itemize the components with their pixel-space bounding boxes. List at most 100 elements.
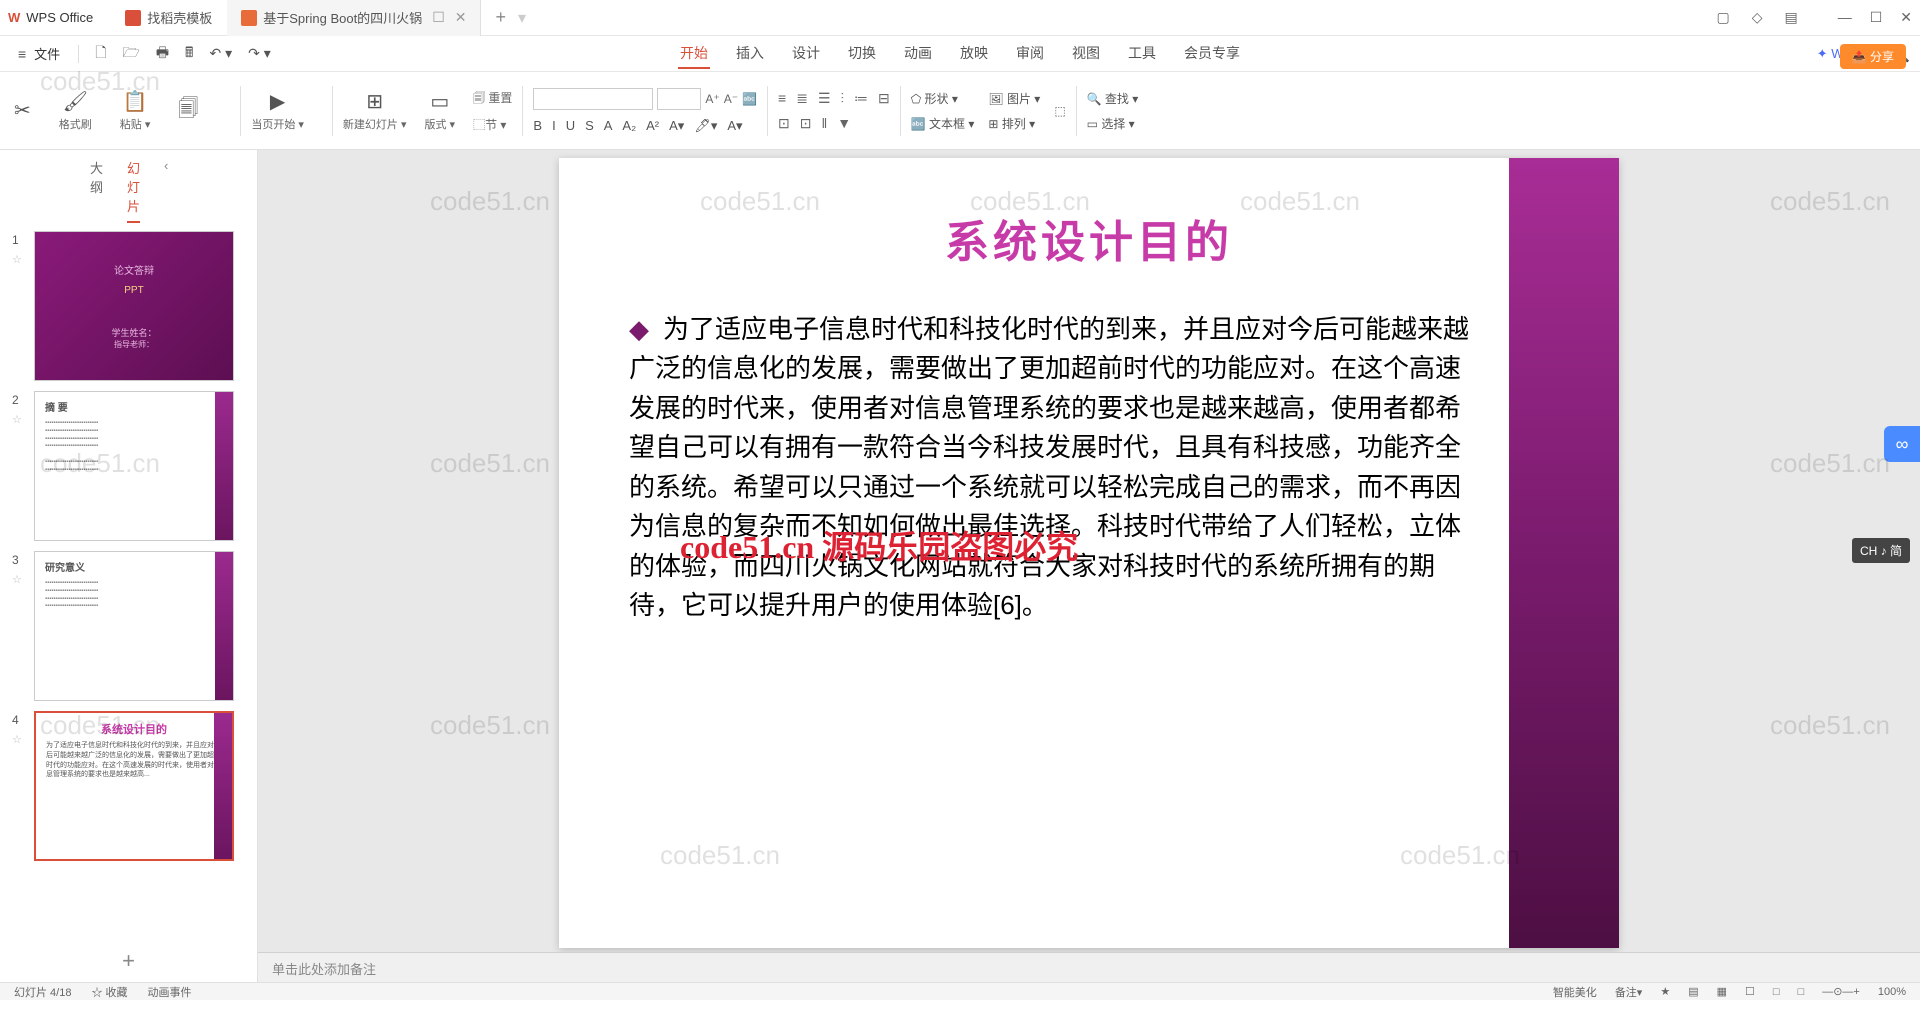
slide-thumb-1[interactable]: 论文答辩PPT学生姓名：指导老师： — [34, 231, 234, 381]
select-button[interactable]: ▭ 选择 ▾ — [1087, 115, 1139, 132]
align-center-icon[interactable]: ≣ — [796, 90, 808, 107]
add-slide-button[interactable]: + — [0, 940, 257, 982]
undo-button[interactable]: ↶ ▾ — [201, 45, 240, 62]
star-icon[interactable]: ☆ — [12, 413, 34, 426]
shapes-button[interactable]: ⬠ 形状 ▾ — [911, 90, 975, 107]
redo-button[interactable]: ↷ ▾ — [240, 45, 279, 62]
subscript-button[interactable]: A₂ — [622, 118, 636, 134]
ribbon-tab-insert[interactable]: 插入 — [734, 39, 766, 69]
ribbon-tab-review[interactable]: 审阅 — [1014, 39, 1046, 69]
view-normal-icon[interactable]: ▤ — [1688, 985, 1698, 998]
star-icon[interactable]: ☆ — [12, 253, 34, 266]
tab-template[interactable]: 找稻壳模板 — [111, 0, 227, 36]
view-other-icon[interactable]: □ — [1798, 986, 1805, 998]
view-sorter-icon[interactable]: ▦ — [1717, 985, 1727, 998]
float-cloud-button[interactable]: ∞ — [1884, 426, 1920, 462]
section-button[interactable]: ⬚节 ▾ — [473, 116, 512, 133]
zoom-slider[interactable]: —⊙—+ — [1822, 985, 1860, 998]
italic-button[interactable]: I — [552, 118, 556, 134]
reset-button[interactable]: 🗐 重置 — [473, 89, 512, 110]
star-icon[interactable]: ☆ — [12, 573, 34, 586]
share-button[interactable]: 📤 分享 — [1840, 44, 1906, 69]
font-effect-button[interactable]: A — [604, 118, 613, 134]
decrease-font-icon[interactable]: A⁻ — [724, 92, 738, 106]
tab-close-icon[interactable]: ☐ — [432, 9, 445, 26]
text-fill-button[interactable]: A▾ — [727, 118, 742, 134]
collapse-icon[interactable]: ‹ — [164, 158, 168, 223]
slide-body[interactable]: ◆为了适应电子信息时代和科技化时代的到来，并且应对今后可能越来越广泛的信息化的发… — [559, 270, 1619, 626]
close-icon[interactable]: ✕ — [1900, 9, 1912, 26]
bullets-icon[interactable]: ≔ — [854, 90, 868, 107]
ribbon-tab-transition[interactable]: 切换 — [846, 39, 878, 69]
picture-button[interactable]: 🖼 图片 ▾ — [988, 90, 1040, 107]
textbox-button[interactable]: 🔤 文本框 ▾ — [911, 115, 975, 132]
zoom-percent[interactable]: 100% — [1878, 986, 1906, 998]
notes-pane[interactable]: 单击此处添加备注 — [258, 952, 1920, 982]
highlight-button[interactable]: 🖊▾ — [694, 118, 717, 134]
minimize-icon[interactable]: — — [1838, 9, 1852, 26]
align-right-icon[interactable]: ☰ — [818, 90, 831, 107]
ribbon-tab-tools[interactable]: 工具 — [1126, 39, 1158, 69]
tab-close-icon[interactable]: ✕ — [455, 9, 467, 26]
slide-title[interactable]: 系统设计目的 — [559, 158, 1619, 270]
new-slide-icon[interactable]: ⊞ — [366, 89, 383, 114]
ribbon-tab-slideshow[interactable]: 放映 — [958, 39, 990, 69]
font-size-select[interactable] — [657, 88, 701, 110]
qat-print-icon[interactable]: 🖶 — [148, 42, 177, 66]
slide-thumb-2[interactable]: 摘 要▪▪▪▪▪▪▪▪▪▪▪▪▪▪▪▪▪▪▪▪▪▪▪▪▪▪▪▪▪▪▪▪▪▪▪▪▪… — [34, 391, 234, 541]
ribbon-tab-member[interactable]: 会员专享 — [1182, 39, 1242, 69]
ribbon-tab-design[interactable]: 设计 — [790, 39, 822, 69]
indent-inc-icon[interactable]: ⊡ — [800, 115, 812, 132]
text-direction-icon[interactable]: ▼ — [837, 115, 851, 132]
menu-icon[interactable]: ≡ — [10, 46, 34, 62]
win-icon[interactable]: ◇ — [1752, 9, 1763, 26]
ime-indicator[interactable]: CH ♪ 简 — [1852, 538, 1910, 563]
font-family-select[interactable] — [533, 88, 653, 110]
indent-dec-icon[interactable]: ⊡ — [778, 115, 790, 132]
qat-new-icon[interactable]: 🗋 — [87, 42, 114, 66]
line-spacing-icon[interactable]: ‖ — [822, 115, 828, 132]
star-icon[interactable]: ★ — [1660, 985, 1670, 998]
qat-open-icon[interactable]: 🗁 — [114, 42, 147, 66]
tab-document[interactable]: 基于Spring Boot的四川火锅☐✕ — [227, 0, 481, 36]
maximize-icon[interactable]: ☐ — [1870, 9, 1883, 26]
new-tab-button[interactable]: + — [495, 7, 506, 28]
cut-icon[interactable]: ✂ — [14, 98, 31, 123]
slides-tab[interactable]: 幻灯片 — [127, 158, 140, 223]
superscript-button[interactable]: A² — [646, 118, 659, 134]
ribbon-tab-view[interactable]: 视图 — [1070, 39, 1102, 69]
find-button[interactable]: 🔍 查找 ▾ — [1087, 90, 1139, 107]
favorite-button[interactable]: ☆ 收藏 — [91, 984, 127, 1000]
paste-icon[interactable]: 📋 — [123, 89, 148, 114]
notes-toggle[interactable]: 备注▾ — [1615, 984, 1643, 1000]
ribbon-tab-home[interactable]: 开始 — [678, 39, 710, 69]
view-slideshow-icon[interactable]: □ — [1773, 986, 1780, 998]
smart-beautify[interactable]: 智能美化 — [1553, 984, 1597, 1000]
win-icon[interactable]: ▢ — [1716, 9, 1729, 26]
qat-preview-icon[interactable]: 🖩 — [177, 42, 201, 66]
justify-icon[interactable]: ⫶ — [841, 90, 845, 107]
fill-button[interactable]: ⬚ — [1054, 104, 1065, 118]
underline-button[interactable]: U — [566, 118, 575, 134]
animation-events[interactable]: 动画事件 — [148, 984, 192, 1000]
win-icon[interactable]: ▤ — [1784, 9, 1797, 26]
font-color-button[interactable]: A▾ — [669, 118, 684, 134]
slide-thumb-4[interactable]: 系统设计目的为了适应电子信息时代和科技化时代的到来，并且应对今后可能越来越广泛的… — [34, 711, 234, 861]
numbering-icon[interactable]: ⊟ — [878, 90, 890, 107]
bold-button[interactable]: B — [533, 118, 542, 134]
outline-tab[interactable]: 大纲 — [90, 158, 103, 223]
layout-icon[interactable]: ▭ — [430, 89, 449, 114]
copy-icon[interactable]: 🗐 — [178, 94, 198, 128]
format-painter-icon[interactable]: 🖌 — [63, 89, 88, 114]
increase-font-icon[interactable]: A⁺ — [705, 92, 719, 106]
slide-thumb-3[interactable]: 研究意义▪▪▪▪▪▪▪▪▪▪▪▪▪▪▪▪▪▪▪▪▪▪▪▪▪▪▪▪▪▪▪▪▪▪▪▪… — [34, 551, 234, 701]
play-icon[interactable]: ▶ — [270, 89, 285, 114]
star-icon[interactable]: ☆ — [12, 733, 34, 746]
arrange-button[interactable]: ⊞ 排列 ▾ — [988, 115, 1040, 132]
align-left-icon[interactable]: ≡ — [778, 90, 786, 107]
strike-button[interactable]: S — [585, 118, 594, 134]
view-reading-icon[interactable]: ☐ — [1745, 985, 1755, 998]
change-case-icon[interactable]: 🔤 — [742, 92, 757, 106]
ribbon-tab-animation[interactable]: 动画 — [902, 39, 934, 69]
file-menu[interactable]: 文件 — [34, 44, 60, 63]
